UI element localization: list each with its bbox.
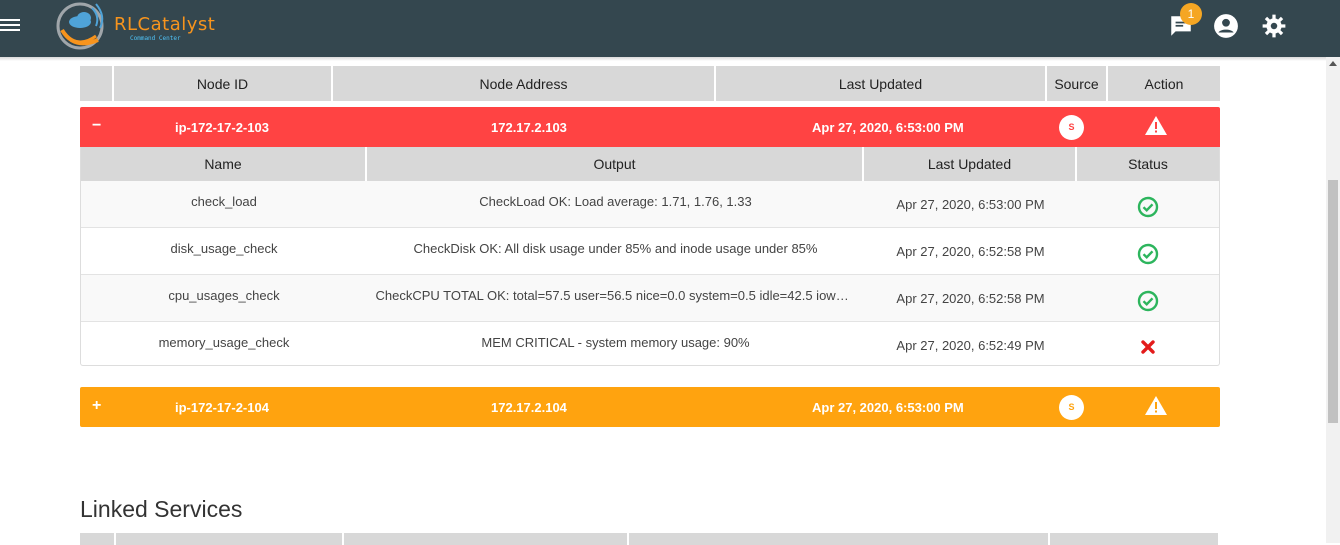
check-output: CheckCPU TOTAL OK: total=57.5 user=56.5 … (367, 275, 864, 321)
checks-table-body: check_load CheckLoad OK: Load average: 1… (81, 181, 1219, 365)
nodes-table-header: Node ID Node Address Last Updated Source… (80, 66, 1220, 101)
node-checks-panel: Name Output Last Updated Status check_lo… (80, 147, 1220, 366)
settings-icon[interactable] (1261, 13, 1287, 39)
check-name: check_load (191, 194, 257, 209)
menu-icon[interactable] (0, 16, 22, 34)
top-navigation-bar: RLCatalyst Command Center 1 (0, 0, 1340, 57)
checks-table-header: Name Output Last Updated Status (81, 147, 1219, 181)
brand-subtitle: Command Center (130, 35, 181, 42)
table-row: check_load CheckLoad OK: Load average: 1… (81, 181, 1219, 228)
node-address: 172.17.2.103 (491, 119, 567, 135)
table-row: disk_usage_check CheckDisk OK: All disk … (81, 228, 1219, 275)
account-icon[interactable] (1213, 13, 1239, 39)
header-last-updated[interactable]: Last Updated (716, 66, 1047, 101)
header-expand-col (80, 66, 114, 101)
check-name: memory_usage_check (158, 335, 290, 350)
check-output-text: CheckLoad OK: Load average: 1.71, 1.76, … (479, 194, 752, 209)
header-name[interactable]: Name (81, 147, 367, 181)
linked-header-col (344, 533, 629, 545)
warning-icon[interactable] (1144, 114, 1168, 138)
source-badge[interactable]: S (1059, 395, 1084, 420)
brand-name: RLCatalyst (114, 14, 216, 35)
scrollbar-thumb[interactable] (1328, 180, 1338, 423)
node-id: ip-172-17-2-104 (175, 399, 269, 415)
check-name: disk_usage_check (170, 241, 278, 256)
vertical-scrollbar[interactable] (1326, 57, 1340, 543)
node-row-critical[interactable]: − ip-172-17-2-103 172.17.2.103 Apr 27, 2… (80, 107, 1220, 147)
header-node-address[interactable]: Node Address (333, 66, 716, 101)
header-output[interactable]: Output (367, 147, 864, 181)
linked-header-col (116, 533, 344, 545)
chat-notification-icon[interactable]: 1 (1168, 3, 1202, 39)
check-output-text: MEM CRITICAL - system memory usage: 90% (481, 335, 750, 350)
linked-header-col (629, 533, 1050, 545)
check-output-text: CheckDisk OK: All disk usage under 85% a… (413, 241, 818, 256)
node-last-updated: Apr 27, 2020, 6:53:00 PM (812, 119, 964, 135)
header-node-id[interactable]: Node ID (114, 66, 333, 101)
check-last-updated: Apr 27, 2020, 6:53:00 PM (896, 197, 1045, 212)
header-shadow (0, 57, 1326, 61)
source-badge[interactable]: S (1059, 115, 1084, 140)
check-output: CheckLoad OK: Load average: 1.71, 1.76, … (367, 181, 864, 227)
warning-icon[interactable] (1144, 394, 1168, 418)
status-ok-icon (1077, 275, 1219, 321)
node-id: ip-172-17-2-103 (175, 119, 269, 135)
expand-toggle[interactable]: + (92, 397, 101, 415)
linked-header-col (80, 533, 116, 545)
scroll-up-icon[interactable] (1329, 61, 1337, 66)
header-source[interactable]: Source (1047, 66, 1108, 101)
check-last-updated: Apr 27, 2020, 6:52:58 PM (896, 291, 1045, 306)
notification-badge: 1 (1180, 3, 1202, 25)
header-action: Action (1144, 75, 1184, 92)
check-name: cpu_usages_check (168, 288, 280, 303)
check-output-text: CheckCPU TOTAL OK: total=57.5 user=56.5 … (375, 288, 856, 303)
linked-services-table-header (80, 533, 1220, 545)
status-ok-icon (1077, 228, 1219, 274)
brand-logo[interactable]: RLCatalyst Command Center (54, 0, 215, 52)
header-status[interactable]: Status (1077, 147, 1219, 181)
check-last-updated: Apr 27, 2020, 6:52:58 PM (896, 244, 1045, 259)
collapse-toggle[interactable]: − (92, 117, 101, 135)
header-check-last-updated[interactable]: Last Updated (864, 147, 1077, 181)
table-row: cpu_usages_check CheckCPU TOTAL OK: tota… (81, 275, 1219, 322)
linked-services-title: Linked Services (80, 496, 243, 522)
status-critical-icon (1077, 322, 1219, 365)
node-address: 172.17.2.104 (491, 399, 567, 415)
table-row: memory_usage_check MEM CRITICAL - system… (81, 322, 1219, 365)
check-output: CheckDisk OK: All disk usage under 85% a… (367, 228, 864, 274)
linked-header-col (1050, 533, 1220, 545)
node-row-warning[interactable]: + ip-172-17-2-104 172.17.2.104 Apr 27, 2… (80, 387, 1220, 427)
check-last-updated: Apr 27, 2020, 6:52:49 PM (896, 338, 1045, 353)
node-last-updated: Apr 27, 2020, 6:53:00 PM (812, 399, 964, 415)
check-output: MEM CRITICAL - system memory usage: 90% (367, 322, 864, 365)
status-ok-icon (1077, 181, 1219, 227)
